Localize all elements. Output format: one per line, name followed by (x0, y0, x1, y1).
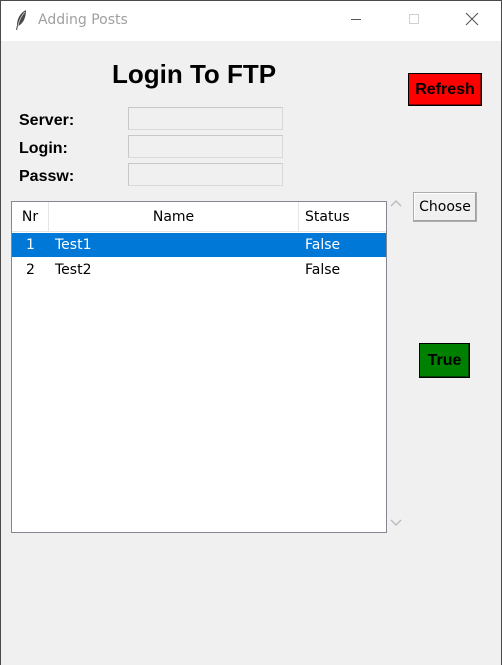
close-button[interactable] (443, 1, 501, 41)
scroll-up-arrow-icon[interactable] (390, 195, 402, 213)
column-header-nr[interactable]: Nr (12, 202, 49, 232)
window-title: Adding Posts (38, 12, 128, 28)
server-input[interactable] (128, 107, 283, 130)
true-button[interactable]: True (419, 343, 470, 378)
column-header-status[interactable]: Status (299, 202, 386, 232)
scroll-down-arrow-icon[interactable] (390, 515, 402, 533)
row-status: False (305, 262, 341, 278)
row-status: False (305, 237, 341, 253)
close-icon (465, 12, 479, 31)
row-nr: 2 (26, 262, 35, 278)
login-label: Login: (19, 140, 68, 157)
column-header-name[interactable]: Name (49, 202, 299, 232)
choose-button[interactable]: Choose (413, 192, 477, 222)
feather-icon (14, 9, 28, 31)
table-row[interactable]: 1 Test1 False (12, 233, 386, 257)
title-bar[interactable]: Adding Posts (1, 1, 501, 41)
table-scrollbar[interactable] (387, 191, 405, 533)
password-label: Passw: (19, 168, 75, 185)
maximize-button[interactable] (385, 1, 443, 41)
login-input[interactable] (128, 135, 283, 158)
password-input[interactable] (128, 163, 283, 186)
page-title: Login To FTP (112, 59, 277, 89)
app-window: Adding Posts Login To FTP Server: Login:… (0, 0, 502, 665)
minimize-button[interactable] (327, 1, 385, 41)
server-label: Server: (19, 112, 75, 129)
table-row[interactable]: 2 Test2 False (12, 258, 386, 282)
refresh-button[interactable]: Refresh (408, 73, 482, 106)
row-nr: 1 (26, 237, 35, 253)
maximize-icon (408, 12, 420, 30)
table-header: Nr Name Status (12, 202, 386, 232)
row-name: Test1 (55, 237, 92, 253)
minimize-icon (350, 12, 362, 30)
row-name: Test2 (55, 262, 92, 278)
posts-table[interactable]: Nr Name Status 1 Test1 False 2 Test2 Fal… (11, 201, 387, 533)
